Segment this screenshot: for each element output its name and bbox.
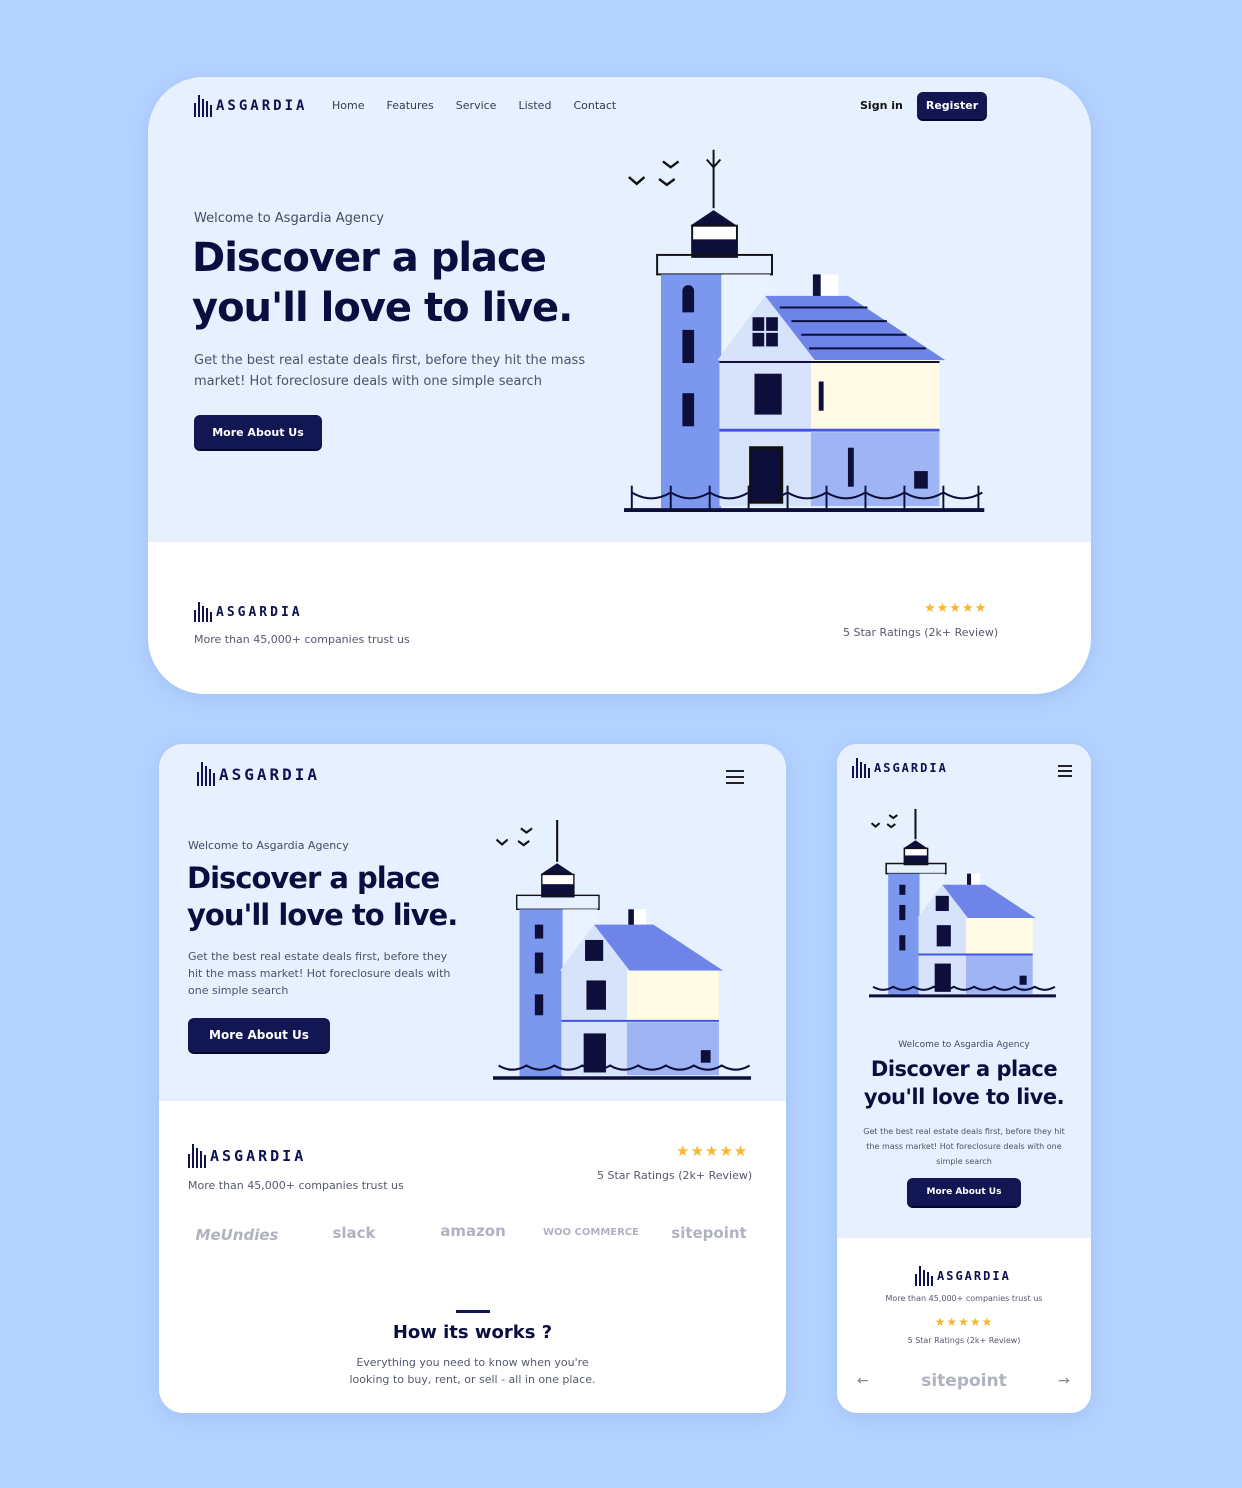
partner-woocommerce-logo: WOO COMMERCE xyxy=(543,1227,639,1238)
partner-meundies-logo: MeUndies xyxy=(195,1226,279,1244)
lighthouse-illustration xyxy=(624,149,985,512)
signin-link[interactable]: Sign in xyxy=(860,99,903,112)
logo-bars-icon xyxy=(852,758,870,778)
hero-eyebrow: Welcome to Asgardia Agency xyxy=(194,211,384,226)
logo-bars-icon xyxy=(197,762,215,786)
hero-description: Get the best real estate deals first, be… xyxy=(194,353,586,389)
logo[interactable]: ASGARDIA xyxy=(197,762,320,786)
hero-title: Discover a place you'll love to live. xyxy=(192,235,573,331)
birds-icon xyxy=(628,160,680,187)
lighthouse-illustration xyxy=(869,808,1056,998)
menu-icon[interactable] xyxy=(726,770,744,784)
lighthouse-illustration xyxy=(493,820,752,1080)
more-about-us-button[interactable]: More About Us xyxy=(194,415,322,449)
nav-contact[interactable]: Contact xyxy=(573,99,616,112)
hero-description: Get the best real estate deals first, be… xyxy=(188,950,451,997)
nav-listed[interactable]: Listed xyxy=(518,99,551,112)
star-rating-icon: ★★★★★ xyxy=(676,1142,749,1160)
more-about-us-button[interactable]: More About Us xyxy=(188,1018,330,1052)
partner-amazon-logo: amazon xyxy=(440,1222,506,1240)
trust-logo: ASGARDIA xyxy=(194,602,303,622)
hero-title: Discover a place you'll love to live. xyxy=(187,861,458,932)
logo[interactable]: ASGARDIA xyxy=(852,758,948,778)
logo-bars-icon xyxy=(194,95,212,117)
trust-logo: ASGARDIA xyxy=(915,1266,1011,1286)
star-rating-icon: ★★★★★ xyxy=(924,601,988,616)
trust-text: More than 45,000+ companies trust us xyxy=(885,1294,1043,1303)
star-rating-icon: ★★★★★ xyxy=(934,1315,994,1329)
logo-bars-icon xyxy=(194,602,212,622)
rating-text: 5 Star Ratings (2k+ Review) xyxy=(843,626,999,639)
register-button[interactable]: Register xyxy=(917,92,987,119)
birds-icon xyxy=(870,814,898,829)
mobile-preview: ASGARDIA Welcome to Asgardia Agency Disc… xyxy=(837,744,1091,1413)
logo-bars-icon xyxy=(915,1266,933,1286)
more-about-us-button[interactable]: More About Us xyxy=(907,1178,1021,1206)
hero-title: Discover a place you'll love to live. xyxy=(863,1057,1065,1109)
nav-features[interactable]: Features xyxy=(386,99,433,112)
birds-icon xyxy=(495,827,533,847)
tablet-preview: ASGARDIA Welcome to Asgardia Agency Disc… xyxy=(159,744,786,1413)
partner-slack-logo: slack xyxy=(332,1224,376,1242)
how-description: Everything you need to know when you're … xyxy=(349,1356,596,1386)
how-title: How its works ? xyxy=(392,1322,553,1343)
trust-logo: ASGARDIA xyxy=(188,1144,306,1168)
hero-description: Get the best real estate deals first, be… xyxy=(863,1127,1065,1166)
logo-bars-icon xyxy=(188,1144,206,1168)
logo-text: ASGARDIA xyxy=(216,98,308,114)
rating-text: 5 Star Ratings (2k+ Review) xyxy=(597,1169,753,1182)
desktop-preview: ASGARDIA Home Features Service Listed Co… xyxy=(148,77,1091,694)
nav-home[interactable]: Home xyxy=(332,99,364,112)
main-nav: Home Features Service Listed Contact xyxy=(332,99,616,112)
trust-text: More than 45,000+ companies trust us xyxy=(188,1179,404,1192)
partner-sitepoint-logo: sitepoint xyxy=(671,1224,747,1242)
trust-text: More than 45,000+ companies trust us xyxy=(194,633,410,646)
partner-sitepoint-logo: sitepoint xyxy=(921,1371,1007,1391)
hero-eyebrow: Welcome to Asgardia Agency xyxy=(188,839,349,852)
rating-text: 5 Star Ratings (2k+ Review) xyxy=(907,1336,1021,1345)
nav-service[interactable]: Service xyxy=(456,99,497,112)
carousel-prev-icon[interactable]: ← xyxy=(857,1373,869,1389)
carousel-next-icon[interactable]: → xyxy=(1058,1373,1070,1389)
hero-eyebrow: Welcome to Asgardia Agency xyxy=(898,1040,1030,1050)
logo[interactable]: ASGARDIA xyxy=(194,95,307,117)
section-divider xyxy=(456,1310,490,1313)
menu-icon[interactable] xyxy=(1058,765,1072,777)
